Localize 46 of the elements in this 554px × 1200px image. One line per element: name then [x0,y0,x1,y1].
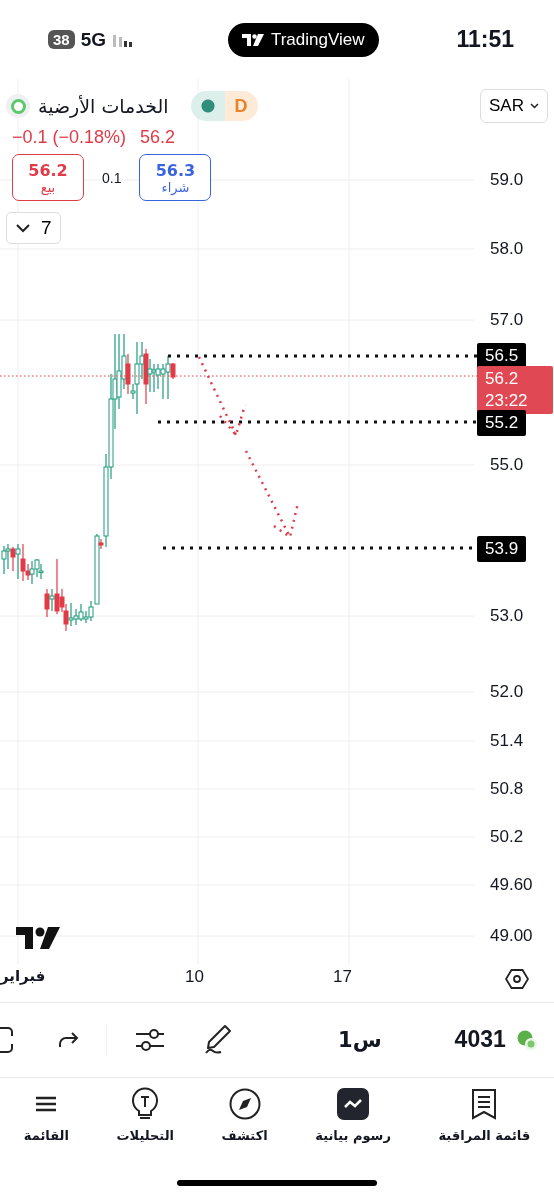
logo-icon [16,927,60,950]
redo-icon[interactable] [58,1030,80,1049]
last-price: 56.2 [140,127,176,149]
price-tag: 53.9 [477,536,527,563]
spread-value: 0.1 [101,169,123,186]
price-change: −0.1 (−0.18%) [12,127,127,149]
nav-tab[interactable]: رسوم بيانية [315,1085,391,1166]
compass-icon [228,1087,261,1120]
nav-tab[interactable]: القائمة [23,1085,69,1166]
chevron-icon [530,103,539,110]
currency-dropdown[interactable]: SAR [480,89,548,124]
price-label: 51.4 [490,730,524,753]
nav-tab[interactable]: التحليلات [116,1085,174,1166]
clock: 11:51 [456,26,514,54]
symbol-number[interactable]: 4031 [454,1026,506,1054]
exchange-icon [515,1028,538,1051]
app-pill: TradingView [227,22,379,57]
price-label: 49.60 [490,874,533,897]
fullscreen-icon[interactable] [0,1025,14,1054]
date-label: فبراير [0,966,46,985]
date-label: 10 [185,966,204,987]
network-type: 5G [80,28,107,51]
settings-icon[interactable] [505,967,529,990]
lightbulb-icon [131,1086,160,1121]
nav-tab[interactable]: اكتشف [221,1085,268,1166]
price-label: 57.0 [490,309,524,332]
timeframe-button[interactable]: 1س [338,1027,382,1052]
price-label: 53.0 [490,605,524,628]
logo-icon [241,33,264,46]
price-label: 49.00 [490,925,533,948]
chevron-icon [15,223,31,234]
price-label: 50.8 [490,778,524,801]
price-label: 50.2 [490,826,524,849]
indicators-toggle[interactable]: 7 [6,212,61,245]
battery-level: 38 [48,30,75,50]
symbol-name[interactable]: الخدمات الأرضية [38,95,169,118]
chart-icon [337,1087,370,1120]
price-tag: 56.2 23:22 [477,366,553,415]
nav-tab[interactable]: قائمة المراقبة [438,1085,531,1166]
price-label: 52.0 [490,681,524,704]
price-tag: 55.2 [477,410,527,437]
date-label: 17 [333,966,352,987]
price-label: 55.0 [490,454,524,477]
pen-icon[interactable] [203,1023,233,1056]
price-label: 58.0 [490,238,524,261]
price-label: 59.0 [490,169,524,192]
